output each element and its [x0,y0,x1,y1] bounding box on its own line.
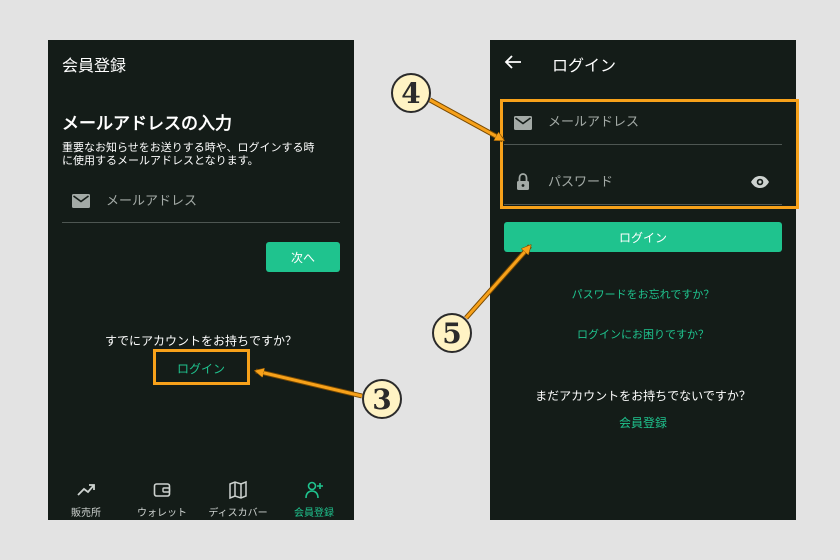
annotation-number-5: 5 [432,313,472,353]
annotation-number-3: 3 [362,379,402,419]
arrow-4 [428,97,503,143]
arrow-3 [256,371,363,399]
annotation-number-4: 4 [391,73,431,113]
arrow-5 [464,246,532,320]
